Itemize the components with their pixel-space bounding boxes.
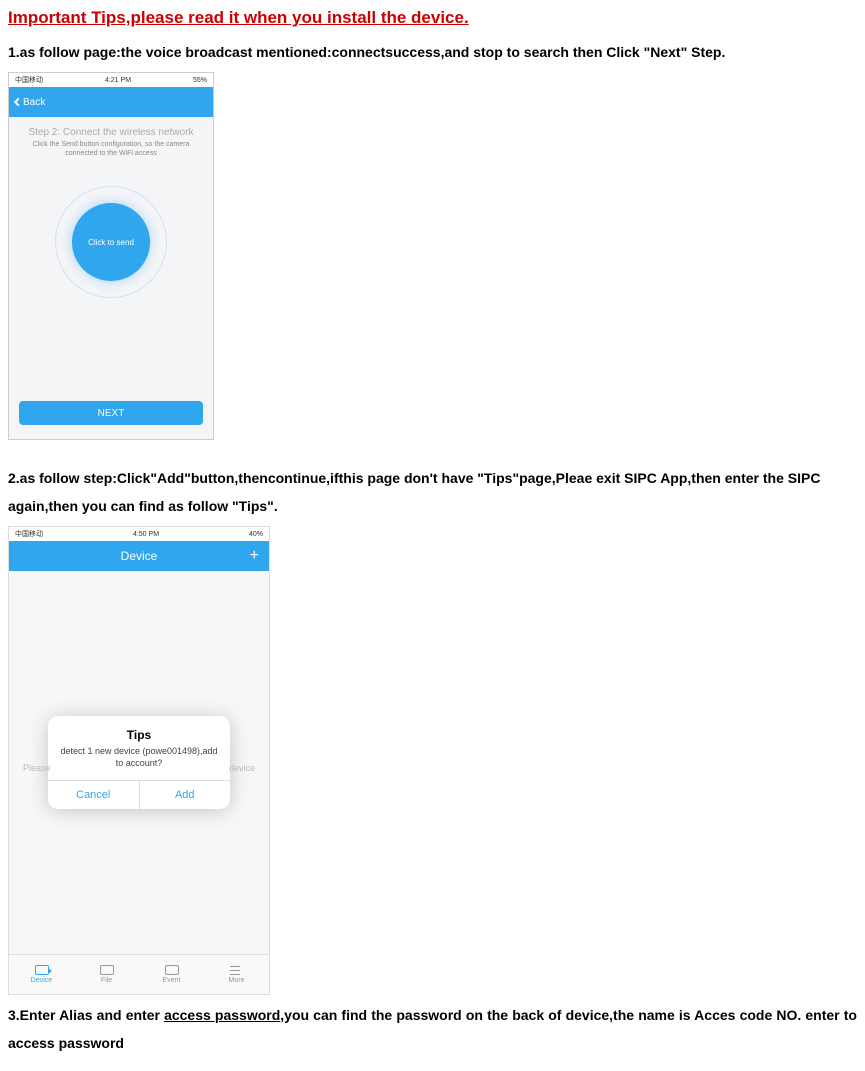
back-button[interactable]: Back — [15, 97, 45, 108]
time-label-2: 4:50 PM — [133, 531, 159, 538]
step-3-text: 3.Enter Alias and enter access password,… — [8, 1001, 857, 1057]
nav-bar-2: Device + — [9, 541, 269, 571]
tab-event-label: Event — [163, 977, 181, 984]
click-to-send-button[interactable]: Click to send — [72, 203, 150, 281]
back-label: Back — [23, 97, 45, 108]
picture-icon — [100, 965, 114, 975]
nav-title: Device — [121, 549, 158, 563]
battery-label-2: 40% — [249, 531, 263, 538]
screenshot-2: 中国移动 4:50 PM 40% Device + Please device … — [8, 526, 270, 995]
time-label: 4:21 PM — [105, 77, 131, 84]
tab-more-label: More — [229, 977, 245, 984]
carrier-label: 中国移动 — [15, 75, 43, 85]
tab-bar: Device File Event More — [9, 954, 269, 994]
step-header: Step 2: Connect the wireless network Cli… — [9, 117, 213, 162]
add-device-button[interactable]: + — [250, 547, 259, 565]
more-icon — [230, 965, 244, 975]
dialog-message: detect 1 new device (powe001498),add to … — [58, 746, 220, 769]
status-bar: 中国移动 4:21 PM 55% — [9, 73, 213, 87]
screenshot-1: 中国移动 4:21 PM 55% Back Step 2: Connect th… — [8, 72, 214, 440]
step-2-text: 2.as follow step:Click"Add"button,thenco… — [8, 464, 857, 520]
step-3-pre: 3.Enter Alias and enter — [8, 1007, 164, 1023]
cancel-button[interactable]: Cancel — [48, 781, 139, 809]
message-icon — [165, 965, 179, 975]
send-ring: Click to send — [55, 186, 167, 298]
content-overlay: Please device Tips detect 1 new device (… — [9, 571, 269, 954]
camera-icon — [35, 965, 49, 975]
next-button[interactable]: NEXT — [19, 401, 203, 425]
chevron-left-icon — [14, 98, 22, 106]
tab-device[interactable]: Device — [9, 955, 74, 994]
carrier-label-2: 中国移动 — [15, 529, 43, 539]
tab-device-label: Device — [31, 977, 52, 984]
step-subtitle-text: Click the Send button configuration, so … — [25, 140, 197, 158]
tips-dialog: Tips detect 1 new device (powe001498),ad… — [48, 716, 230, 808]
status-bar-2: 中国移动 4:50 PM 40% — [9, 527, 269, 541]
behind-text-right: device — [229, 763, 255, 773]
tab-file-label: File — [101, 977, 112, 984]
behind-text-left: Please — [23, 763, 51, 773]
tab-event[interactable]: Event — [139, 955, 204, 994]
battery-label: 55% — [193, 77, 207, 84]
step-1-text: 1.as follow page:the voice broadcast men… — [8, 38, 857, 66]
tab-file[interactable]: File — [74, 955, 139, 994]
send-area: Click to send — [9, 162, 213, 338]
step-title-text: Step 2: Connect the wireless network — [25, 127, 197, 138]
page-title: Important Tips,please read it when you i… — [8, 8, 857, 28]
dialog-title: Tips — [58, 728, 220, 742]
tab-more[interactable]: More — [204, 955, 269, 994]
step-3-underline: access password — [164, 1007, 280, 1023]
nav-bar: Back — [9, 87, 213, 117]
add-button[interactable]: Add — [139, 781, 231, 809]
